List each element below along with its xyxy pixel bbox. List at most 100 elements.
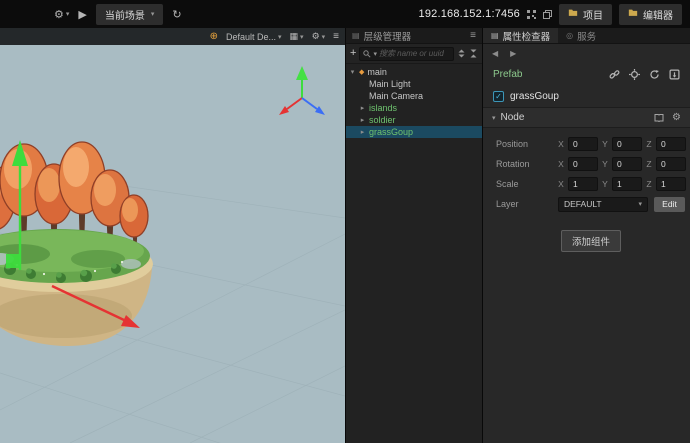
scene-viewport[interactable]: ⊕ Default De... ▾ ▦ ▾ ⚙ ▾ ≡	[0, 28, 345, 443]
prefab-actions	[609, 68, 680, 80]
position-label: Position	[496, 139, 529, 149]
scene-render	[0, 28, 345, 443]
preview-settings-button[interactable]: ⚙ ▾	[54, 8, 69, 21]
camera-preview-label: Default De...	[225, 31, 277, 42]
prefab-row: Prefab	[483, 62, 690, 86]
scale-x-input[interactable]: 1	[568, 177, 598, 191]
node-enabled-checkbox[interactable]: ✓	[493, 91, 504, 102]
revert-prefab-icon[interactable]	[649, 69, 660, 80]
expand-all-icon[interactable]	[457, 45, 466, 63]
view-settings-dropdown[interactable]: ⚙ ▾	[312, 31, 326, 42]
node-section-title: Node	[500, 112, 525, 123]
chevron-down-icon: ▾	[150, 11, 155, 18]
preview-controls: ⚙ ▾ ▶ 当前场景 ▾ ↻	[54, 3, 182, 25]
position-z-input[interactable]: 0	[656, 137, 686, 151]
hierarchy-tree: ▾ ◆ main Main Light Main Camera ▸ island…	[346, 64, 482, 443]
add-component-button[interactable]: 添加组件	[560, 230, 621, 252]
tab-inspector[interactable]: ▤ 属性检查器	[483, 28, 559, 43]
tree-node-grassgoup[interactable]: ▸ grassGoup	[346, 126, 482, 138]
scale-label: Scale	[496, 179, 519, 189]
tree-node-label: islands	[369, 103, 398, 113]
tree-node-label: soldier	[369, 115, 396, 125]
scene-selector-label: 当前场景	[104, 10, 145, 22]
tree-node-main-light[interactable]: Main Light	[346, 78, 482, 90]
tree-node-main[interactable]: ▾ ◆ main	[346, 66, 482, 78]
position-row: Position X 0 Y 0 Z 0	[496, 134, 686, 154]
refresh-icon: ↻	[172, 8, 182, 21]
chevron-down-icon: ▾	[638, 201, 642, 208]
tab-services[interactable]: ◎ 服务	[558, 28, 604, 43]
rotation-y-input[interactable]: 0	[612, 157, 642, 171]
chevron-down-icon: ▾	[278, 33, 282, 41]
scale-y-input[interactable]: 1	[612, 177, 642, 191]
camera-preview-dropdown[interactable]: Default De... ▾	[226, 32, 282, 42]
search-filter-caret-icon[interactable]: ▾	[373, 50, 377, 58]
search-icon	[363, 45, 371, 63]
copy-icon[interactable]	[543, 9, 552, 19]
tree-node-islands[interactable]: ▸ islands	[346, 102, 482, 114]
project-button[interactable]: 项目	[559, 3, 612, 25]
layout-dropdown[interactable]: ▦ ▾	[290, 31, 304, 42]
prefab-label: Prefab	[493, 68, 523, 80]
viewport-toolbar: ⊕ Default De... ▾ ▦ ▾ ⚙ ▾ ≡	[0, 28, 345, 45]
rotation-label: Rotation	[496, 159, 530, 169]
collapse-all-icon[interactable]	[469, 45, 478, 63]
node-section-header[interactable]: ▾ Node ⚙	[483, 108, 690, 128]
layer-label: Layer	[496, 199, 519, 209]
chevron-down-icon: ▾	[300, 33, 304, 41]
layer-dropdown[interactable]: DEFAULT ▾	[558, 196, 648, 212]
update-prefab-icon[interactable]	[669, 68, 680, 80]
chevron-down-icon: ▾	[65, 11, 70, 18]
services-tab-label: 服务	[577, 31, 597, 43]
editor-button[interactable]: 编辑器	[619, 3, 682, 25]
play-button[interactable]: ▶	[78, 8, 86, 21]
layer-value: DEFAULT	[564, 199, 602, 209]
folder-icon	[628, 8, 638, 20]
locate-asset-icon[interactable]	[629, 68, 640, 80]
refresh-button[interactable]: ↻	[172, 8, 181, 21]
node-settings-gear-icon[interactable]: ⚙	[672, 112, 681, 123]
create-node-button[interactable]: +	[350, 48, 356, 59]
unlink-prefab-icon[interactable]	[609, 69, 620, 80]
scene-selector-dropdown[interactable]: 当前场景 ▾	[95, 3, 164, 25]
preview-address: 192.168.152.1:7456	[418, 8, 520, 20]
expand-icon[interactable]: ▸	[359, 104, 366, 112]
editor-window: ⚙ ▾ ▶ 当前场景 ▾ ↻ 192.168.152.1:7456 项目 编辑器…	[0, 0, 690, 443]
inspector-tab-icon: ▤	[491, 31, 499, 40]
back-icon[interactable]: ◀	[492, 49, 498, 58]
node-name: grassGoup	[510, 91, 559, 102]
services-tab-icon: ◎	[566, 31, 574, 40]
layer-edit-button[interactable]: Edit	[654, 196, 685, 212]
gizmo-mode-icon[interactable]: ⊕	[210, 31, 218, 42]
expand-icon[interactable]: ▸	[359, 128, 366, 136]
viewport-menu-icon[interactable]: ≡	[333, 31, 339, 42]
tree-node-main-camera[interactable]: Main Camera	[346, 90, 482, 102]
gizmo-plane-handle[interactable]	[6, 254, 20, 268]
scene-node-icon: ◆	[359, 69, 365, 76]
tree-node-label: main	[367, 67, 387, 77]
top-toolbar: ⚙ ▾ ▶ 当前场景 ▾ ↻ 192.168.152.1:7456 项目 编辑器	[0, 0, 690, 28]
hierarchy-header: ▤ 层级管理器 ≡	[346, 28, 482, 44]
forward-icon[interactable]: ▶	[510, 49, 516, 58]
expand-icon[interactable]: ▸	[359, 116, 366, 124]
tree-node-soldier[interactable]: ▸ soldier	[346, 114, 482, 126]
inspector-panel: ▤ 属性检查器 ◎ 服务 ◀ ▶ Prefab ✓ grassGoup ▾ No…	[482, 28, 690, 443]
rotation-x-input[interactable]: 0	[568, 157, 598, 171]
collapse-section-icon: ▾	[492, 114, 496, 122]
gear-icon: ⚙	[54, 8, 64, 21]
tree-node-label: Main Camera	[369, 91, 424, 101]
scale-z-input[interactable]: 1	[656, 177, 686, 191]
inspector-main: ▤ 属性检查器 ◎ 服务 ◀ ▶ Prefab ✓ grassGoup ▾ No…	[483, 28, 690, 443]
search-input[interactable]	[378, 49, 450, 58]
rotation-z-input[interactable]: 0	[656, 157, 686, 171]
expand-icon[interactable]: ▾	[349, 68, 356, 76]
hierarchy-panel-icon: ▤	[352, 31, 360, 40]
position-y-input[interactable]: 0	[612, 137, 642, 151]
position-x-input[interactable]: 0	[568, 137, 598, 151]
qr-code-icon[interactable]	[527, 9, 536, 19]
inspector-history-nav: ◀ ▶	[483, 44, 690, 62]
hierarchy-menu-icon[interactable]: ≡	[470, 30, 476, 41]
node-name-row: ✓ grassGoup	[483, 86, 690, 108]
gear-icon: ⚙	[311, 31, 320, 41]
help-doc-icon[interactable]	[654, 113, 664, 123]
